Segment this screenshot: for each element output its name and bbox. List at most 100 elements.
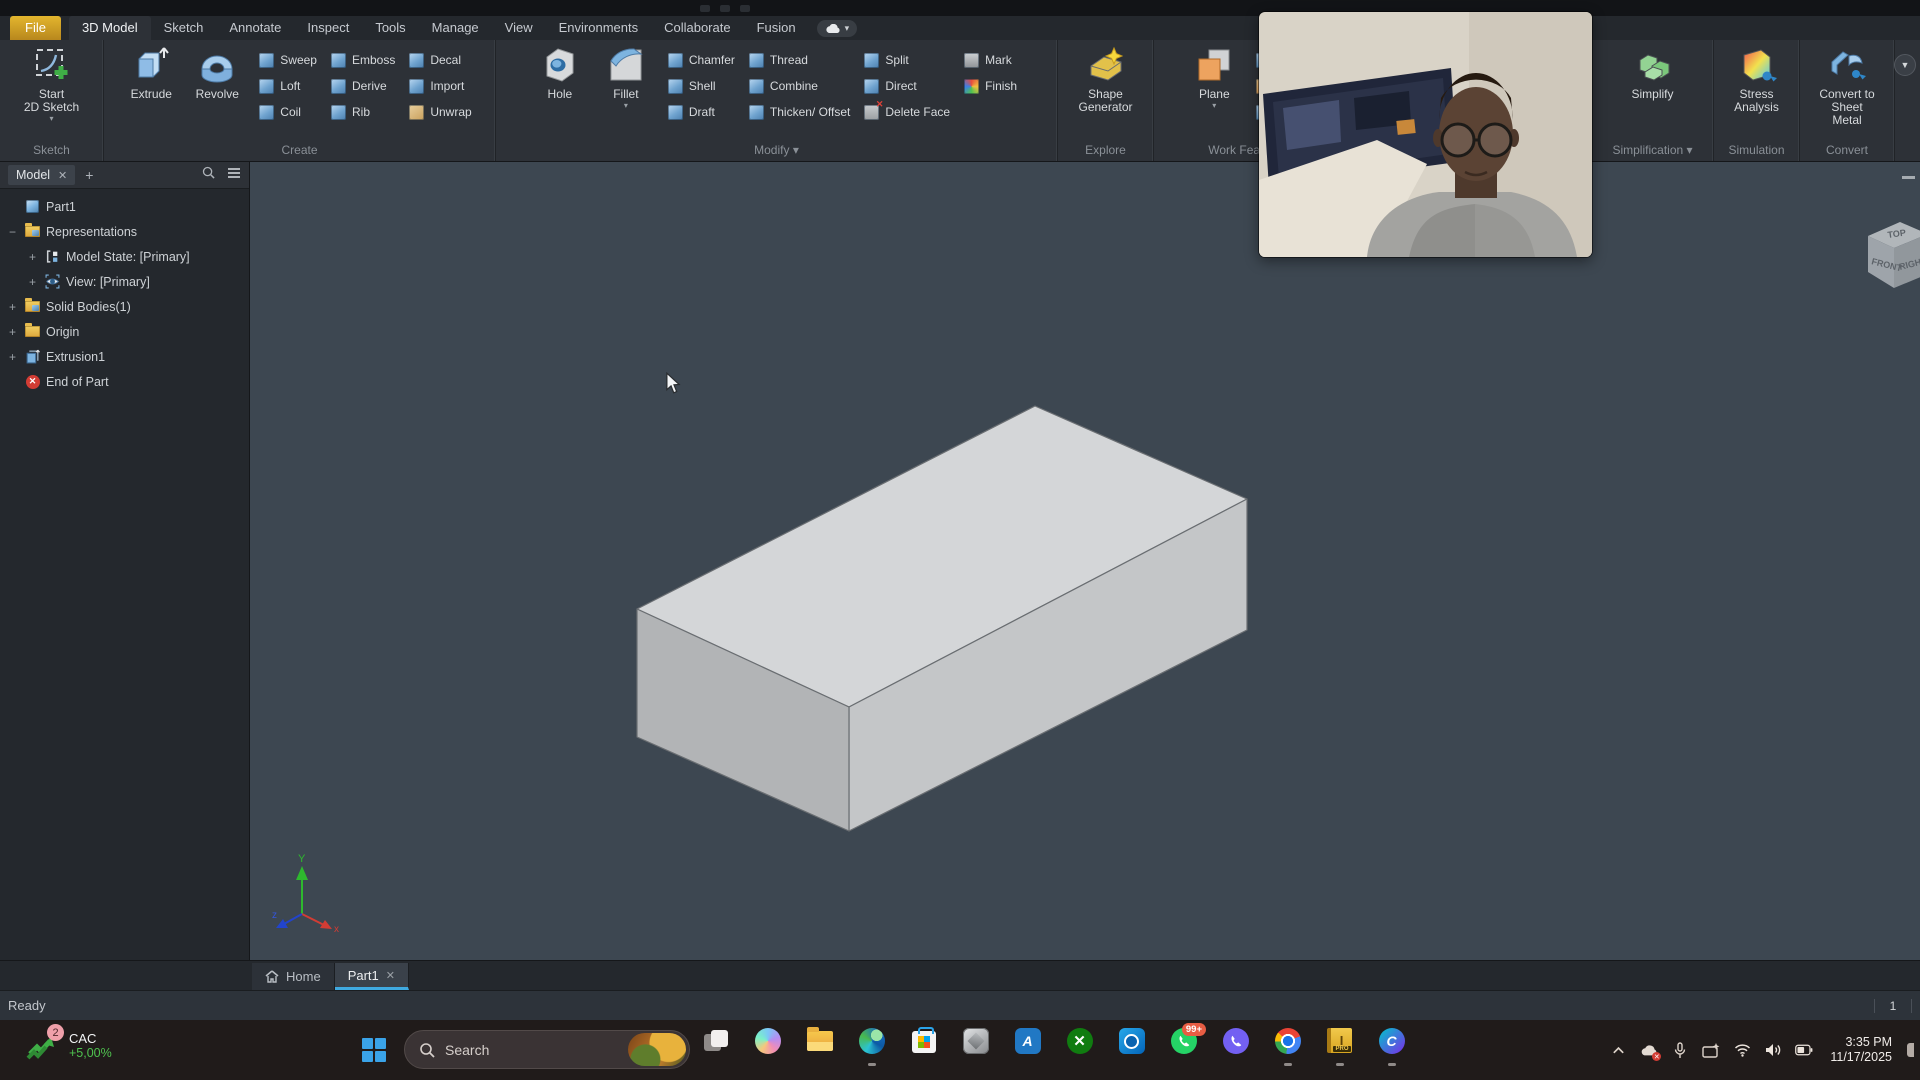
panel-label-sketch[interactable]: Sketch [0,141,103,161]
ribbon-button-combine[interactable]: Combine [742,73,857,99]
tree-item-end-of-part[interactable]: ✕End of Part [0,369,249,394]
ribbon-button-delete-face[interactable]: Delete Face [857,99,957,125]
tree-item-view-primary[interactable]: +View: [Primary] [0,269,249,294]
tab-3d-model[interactable]: 3D Model [69,16,151,40]
tray-microphone-icon[interactable] [1671,1041,1689,1059]
taskbar-clock[interactable]: 3:35 PM 11/17/2025 [1830,1035,1892,1065]
ribbon-button-split[interactable]: Split [857,47,957,73]
taskbar-search-box[interactable]: Search [404,1030,690,1069]
tab-view[interactable]: View [492,16,546,40]
expander-icon[interactable]: + [6,325,19,339]
panel-label-convert[interactable]: Convert [1800,141,1894,161]
tab-annotate[interactable]: Annotate [216,16,294,40]
taskbar-icon-outlook[interactable] [1118,1028,1145,1066]
search-icon[interactable] [202,166,215,184]
tree-item-representations[interactable]: −Representations [0,219,249,244]
panel-minimize-dash[interactable] [1902,176,1915,179]
taskbar-icon-task-view[interactable] [702,1028,729,1066]
ribbon-button-sweep[interactable]: Sweep [252,47,324,73]
tree-item-extrusion1[interactable]: +Extrusion1 [0,344,249,369]
start-button[interactable] [360,1036,388,1064]
tray-battery-icon[interactable] [1795,1041,1813,1059]
weather-stocks-widget[interactable]: 2 CAC +5,00% [26,1028,112,1062]
tray-chevron-up-icon[interactable] [1609,1041,1627,1059]
quick-access-toolbar-icon[interactable] [740,5,750,12]
taskbar-icon-microsoft-store[interactable] [910,1028,937,1066]
panel-label-simulation[interactable]: Simulation [1714,141,1799,161]
tab-collaborate[interactable]: Collaborate [651,16,744,40]
expander-icon[interactable]: − [6,225,19,239]
cloud-sync-button[interactable]: ▾ [817,20,858,37]
search-daily-image[interactable] [628,1033,686,1066]
ribbon-button-unwrap[interactable]: Unwrap [402,99,478,125]
tab-manage[interactable]: Manage [419,16,492,40]
taskbar-icon-copilot[interactable] [754,1028,781,1066]
tree-item-part1[interactable]: Part1 [0,194,249,219]
ribbon-button-loft[interactable]: Loft [252,73,324,99]
ribbon-button-derive[interactable]: Derive [324,73,402,99]
ribbon-button-shape-generator[interactable]: Shape Generator [1075,43,1137,114]
ribbon-button-convert-to-sheet-metal[interactable]: Convert to Sheet Metal [1816,43,1878,127]
taskbar-icon-edge[interactable] [858,1028,885,1066]
ribbon-button-start-2d-sketch[interactable]: Start 2D Sketch▾ [21,43,83,123]
taskbar-icon-inventor-viewer[interactable] [962,1028,989,1066]
add-tab-icon[interactable]: + [85,167,93,183]
expander-icon[interactable]: + [6,300,19,314]
tree-item-origin[interactable]: +Origin [0,319,249,344]
ribbon-collapse-button[interactable]: ▼ [1894,54,1916,76]
tray-volume-icon[interactable] [1764,1041,1782,1059]
tree-item-model-state-primary[interactable]: +Model State: [Primary] [0,244,249,269]
ribbon-button-shell[interactable]: Shell [661,73,742,99]
ribbon-button-emboss[interactable]: Emboss [324,47,402,73]
tab-tools[interactable]: Tools [362,16,418,40]
taskbar-icon-whatsapp[interactable]: 99+ [1170,1028,1197,1066]
browser-tab-model[interactable]: Model ✕ [8,165,75,185]
doc-tab-part1[interactable]: Part1 ✕ [335,963,409,990]
tab-fusion[interactable]: Fusion [744,16,809,40]
ribbon-button-stress-analysis[interactable]: Stress Analysis [1726,43,1788,114]
taskbar-icon-xbox[interactable]: ✕ [1066,1028,1093,1066]
tray-wifi-icon[interactable] [1733,1041,1751,1059]
close-icon[interactable]: ✕ [386,969,395,982]
taskbar-icon-file-explorer[interactable] [806,1028,833,1066]
taskbar-icon-canva[interactable]: C [1378,1028,1405,1066]
ribbon-button-thicken-offset[interactable]: Thicken/ Offset [742,99,857,125]
menu-hamburger-icon[interactable] [227,166,241,184]
notification-center-icon[interactable] [1907,1043,1914,1057]
tab-sketch[interactable]: Sketch [151,16,217,40]
tree-item-solid-bodies-1[interactable]: +Solid Bodies(1) [0,294,249,319]
part-solid-box[interactable] [250,162,1920,960]
ribbon-button-plane[interactable]: Plane▾ [1183,43,1245,110]
panel-label-explore[interactable]: Explore [1058,141,1153,161]
quick-access-toolbar-icon[interactable] [700,5,710,12]
ribbon-button-chamfer[interactable]: Chamfer [661,47,742,73]
ribbon-button-fillet[interactable]: Fillet▾ [595,43,657,110]
expander-icon[interactable]: + [26,250,39,264]
close-icon[interactable]: ✕ [58,169,67,182]
ribbon-button-finish[interactable]: Finish [957,73,1024,99]
ribbon-button-draft[interactable]: Draft [661,99,742,125]
taskbar-icon-chrome[interactable] [1274,1028,1301,1066]
tray-onedrive-icon[interactable]: ✕ [1640,1041,1658,1059]
tray-screen-snip-icon[interactable] [1702,1041,1720,1059]
doc-tab-home[interactable]: Home [252,963,335,990]
tab-inspect[interactable]: Inspect [294,16,362,40]
ribbon-button-rib[interactable]: Rib [324,99,402,125]
panel-label-modify[interactable]: Modify ▾ [496,141,1057,161]
quick-access-toolbar-icon[interactable] [720,5,730,12]
taskbar-icon-autocad[interactable]: A [1014,1028,1041,1066]
ribbon-button-direct[interactable]: Direct [857,73,957,99]
expander-icon[interactable]: + [6,350,19,364]
ribbon-button-hole[interactable]: Hole [529,43,591,101]
tab-file[interactable]: File [10,16,61,40]
ribbon-button-thread[interactable]: Thread [742,47,857,73]
tab-environments[interactable]: Environments [546,16,651,40]
taskbar-icon-inventor-pro[interactable]: IPRO [1326,1028,1353,1066]
ribbon-button-extrude[interactable]: Extrude [120,43,182,101]
expander-icon[interactable]: + [26,275,39,289]
ribbon-button-simplify[interactable]: Simplify [1622,43,1684,101]
ribbon-button-mark[interactable]: Mark [957,47,1024,73]
viewport-3d[interactable]: Y x z TOP FRONT RIGHT [250,162,1920,960]
panel-label-simplification[interactable]: Simplification ▾ [1592,141,1713,161]
view-cube[interactable]: TOP FRONT RIGHT [1858,212,1920,302]
